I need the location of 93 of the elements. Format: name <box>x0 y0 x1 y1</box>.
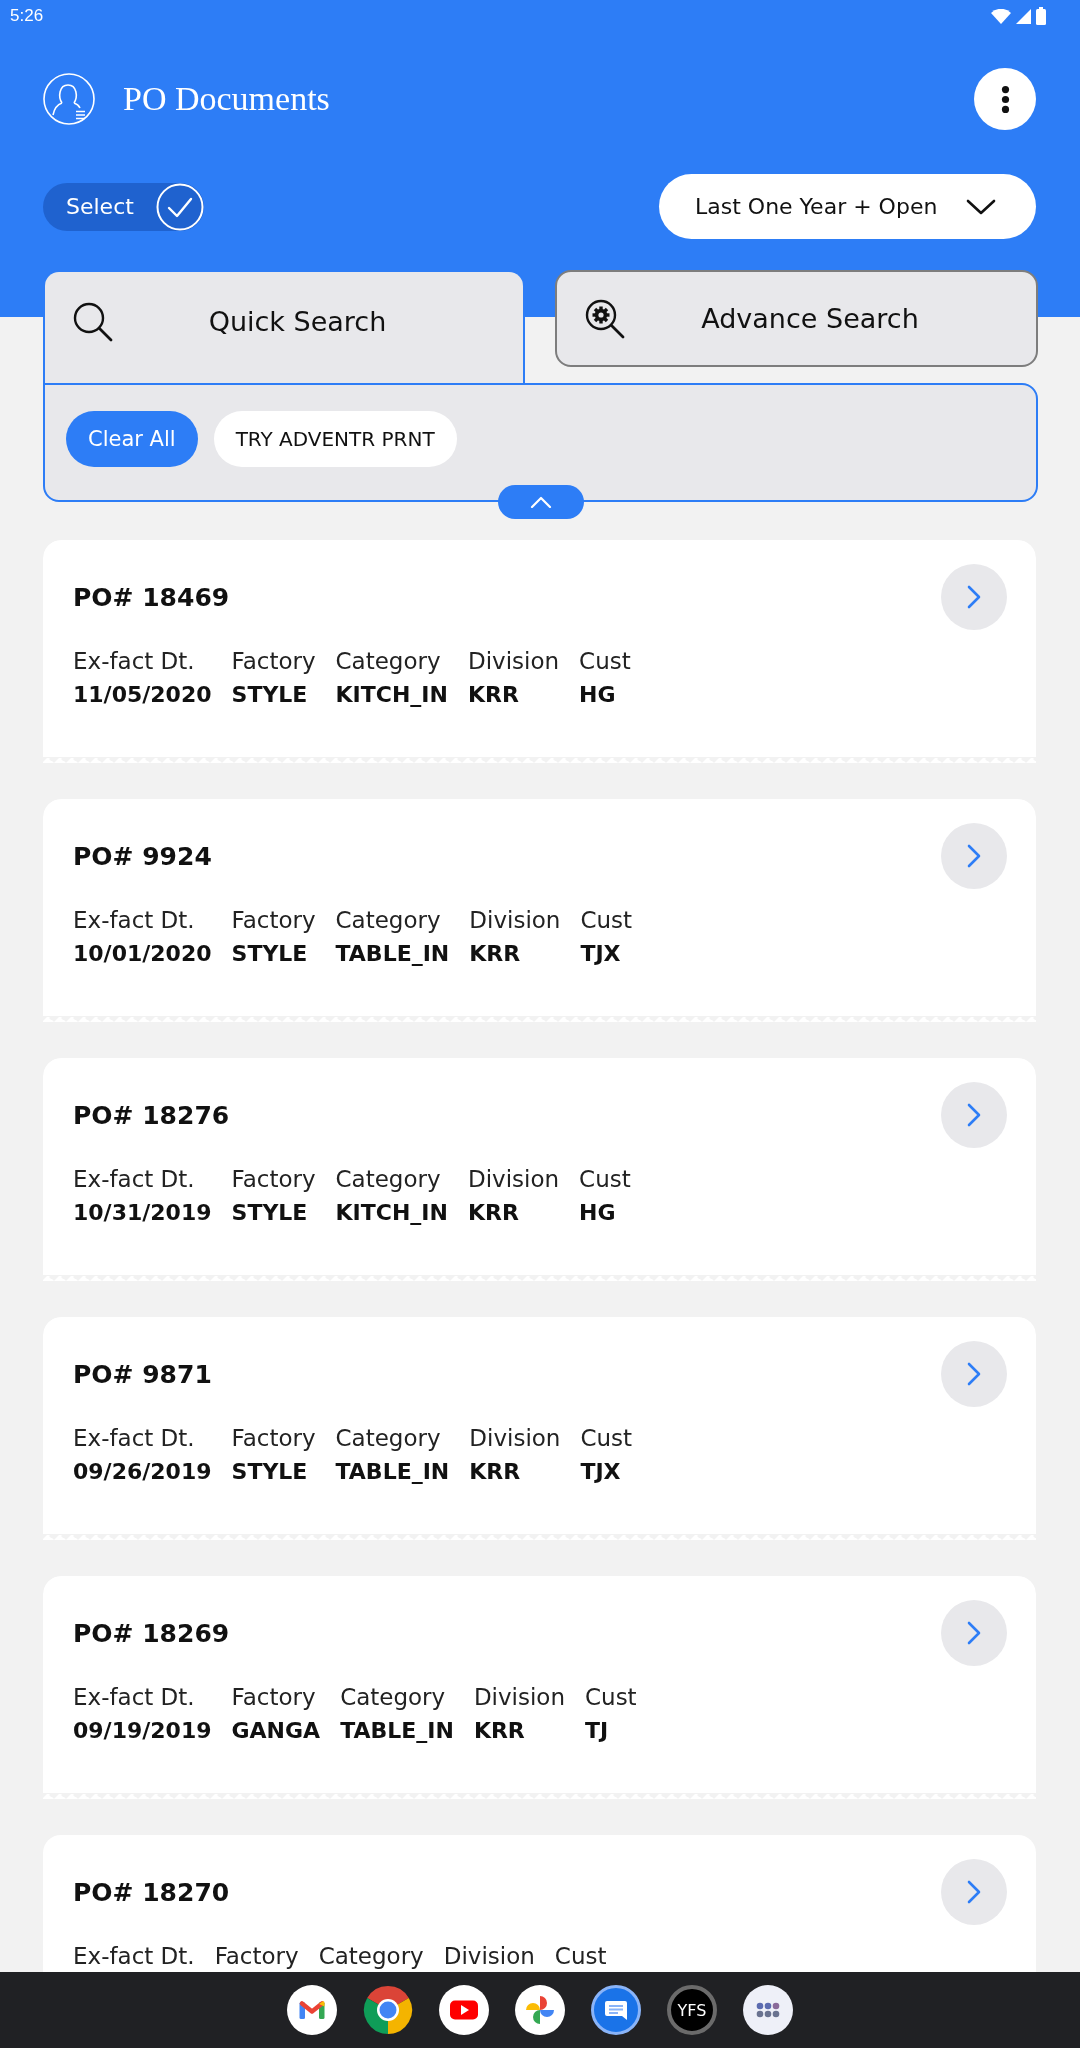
field-label: Cust <box>579 647 631 676</box>
field-label: Factory <box>231 647 316 676</box>
field-label: Ex-fact Dt. <box>73 1165 195 1194</box>
field-label: Cust <box>554 1942 607 1971</box>
check-circle-icon <box>155 182 204 231</box>
field-label: Division <box>467 647 560 676</box>
field-label: Ex-fact Dt. <box>73 1424 195 1453</box>
po-number: PO# 18276 <box>73 1100 230 1130</box>
field-value: TJX <box>580 940 621 968</box>
filter-chip[interactable]: TRY ADVENTR PRNT <box>213 410 457 467</box>
field-value: TABLE_IN <box>335 940 450 968</box>
search-tab[interactable]: Quick Search <box>43 270 525 383</box>
chevron-up-icon <box>529 496 552 508</box>
field-value: KRR <box>467 1199 519 1227</box>
field-value: HG <box>579 1199 616 1227</box>
wifi-icon <box>991 8 1011 24</box>
chevron-right-icon <box>967 844 981 868</box>
chevron-right-icon <box>967 1621 981 1645</box>
field-value: KRR <box>473 1717 525 1745</box>
chevron-right-icon <box>967 1362 981 1386</box>
field-label: Factory <box>231 1165 316 1194</box>
field-value: STYLE <box>231 1458 308 1486</box>
field-value: STYLE <box>231 681 308 709</box>
field-label: Cust <box>585 1683 637 1712</box>
po-number: PO# 18469 <box>73 582 230 612</box>
field-value: STYLE <box>231 1199 308 1227</box>
field-value: KITCH_IN <box>335 681 448 709</box>
field-value: KRR <box>469 1458 521 1486</box>
field-value: TJX <box>580 1458 621 1486</box>
period-dropdown[interactable]: Last One Year + Open <box>659 174 1036 239</box>
field-value: KITCH_IN <box>335 1199 448 1227</box>
field-label: Division <box>469 1424 561 1453</box>
field-value: KRR <box>467 681 519 709</box>
field-value: STYLE <box>231 940 308 968</box>
field-value: GANGA <box>231 1717 321 1745</box>
field-label: Division <box>443 1942 535 1971</box>
clear-all-button[interactable]: Clear All <box>66 410 198 467</box>
browser-icon[interactable] <box>363 1985 413 2035</box>
po-number: PO# 9924 <box>73 841 212 871</box>
collapse-button[interactable] <box>497 485 584 519</box>
field-label: Factory <box>231 1424 316 1453</box>
field-label: Category <box>335 1424 441 1453</box>
field-value: 10/31/2019 <box>73 1199 212 1227</box>
field-label: Category <box>318 1942 424 1971</box>
field-label: Division <box>469 906 561 935</box>
field-label: Cust <box>580 906 633 935</box>
app-title: PO Documents <box>123 80 330 118</box>
po-number: PO# 18269 <box>73 1618 230 1648</box>
field-value: HG <box>579 681 616 709</box>
field-label: Category <box>335 1165 441 1194</box>
field-label: Factory <box>231 1683 316 1712</box>
chevron-right-icon <box>967 1103 981 1127</box>
field-value: TABLE_IN <box>335 1458 450 1486</box>
battery-icon <box>1036 7 1046 25</box>
gear-search-icon <box>584 297 626 340</box>
field-label: Category <box>335 647 441 676</box>
mail-icon[interactable] <box>287 1985 337 2035</box>
field-label: Ex-fact Dt. <box>73 906 195 935</box>
field-value: KRR <box>469 940 521 968</box>
field-value: TJ <box>585 1717 609 1745</box>
field-value: 10/01/2020 <box>73 940 212 968</box>
search-tab[interactable]: Advance Search <box>555 270 1038 367</box>
field-value: TABLE_IN <box>340 1717 454 1745</box>
field-label: Ex-fact Dt. <box>73 1683 195 1712</box>
search-icon <box>72 300 114 343</box>
more-vertical-icon <box>1000 84 1010 114</box>
status-time: 5:26 <box>10 6 44 26</box>
select-toggle[interactable]: Select <box>43 182 204 231</box>
field-value: 09/26/2019 <box>73 1458 212 1486</box>
chevron-down-icon <box>966 198 996 215</box>
signal-icon <box>1016 8 1031 24</box>
app-grid-icon[interactable] <box>743 1985 793 2035</box>
po-number: PO# 9871 <box>73 1359 212 1389</box>
field-label: Factory <box>231 906 316 935</box>
user-profile-icon <box>43 73 95 125</box>
field-label: Division <box>467 1165 560 1194</box>
field-label: Category <box>340 1683 446 1712</box>
chevron-right-icon <box>967 1880 981 1904</box>
field-label: Division <box>473 1683 565 1712</box>
field-label: Ex-fact Dt. <box>73 1942 195 1971</box>
video-play-icon[interactable] <box>439 1985 489 2035</box>
field-label: Category <box>335 906 441 935</box>
po-number: PO# 18270 <box>73 1877 230 1907</box>
pinwheel-icon[interactable] <box>515 1985 565 2035</box>
chat-bubble-icon[interactable] <box>591 1985 641 2035</box>
field-label: Cust <box>579 1165 631 1194</box>
field-value: 11/05/2020 <box>73 681 212 709</box>
chevron-right-icon <box>967 585 981 609</box>
field-label: Ex-fact Dt. <box>73 647 195 676</box>
field-label: Factory <box>214 1942 299 1971</box>
field-value: 09/19/2019 <box>73 1717 212 1745</box>
field-label: Cust <box>580 1424 633 1453</box>
app-shortcut-button[interactable]: YFS <box>667 1985 717 2035</box>
